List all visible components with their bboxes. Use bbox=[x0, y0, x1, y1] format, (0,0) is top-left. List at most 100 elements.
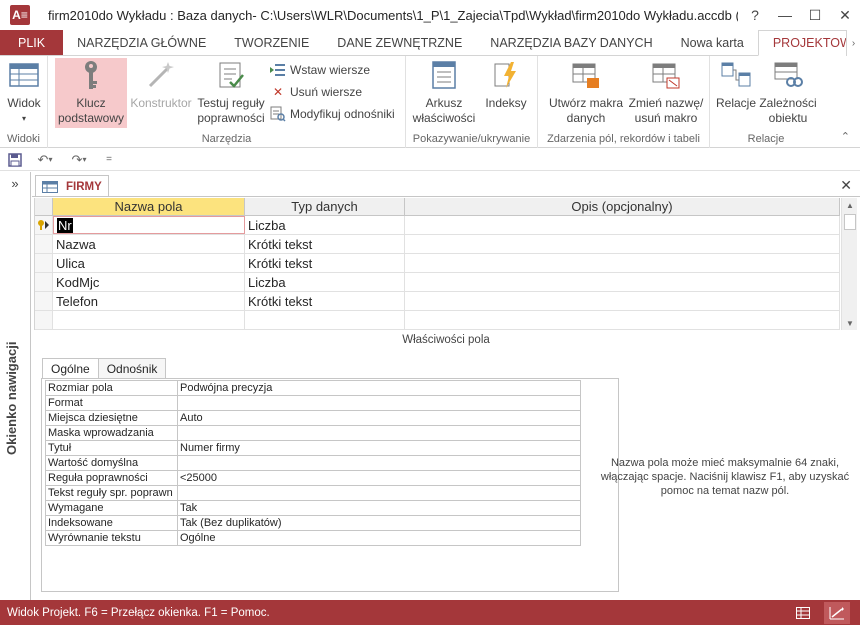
row-selector[interactable] bbox=[35, 311, 53, 329]
property-row[interactable]: Wymagane Tak bbox=[46, 501, 580, 516]
field-name-cell[interactable]: KodMjc bbox=[53, 273, 245, 291]
row-selector[interactable] bbox=[35, 273, 53, 291]
tab-narzedzia-bazy-danych[interactable]: NARZĘDZIA BAZY DANYCH bbox=[476, 30, 666, 55]
table-row[interactable]: Nr Liczba bbox=[35, 216, 840, 235]
description-cell[interactable] bbox=[405, 235, 840, 253]
col-header-opis[interactable]: Opis (opcjonalny) bbox=[405, 198, 840, 215]
data-type-cell[interactable]: Liczba bbox=[245, 273, 405, 291]
property-row[interactable]: Maska wprowadzania bbox=[46, 426, 580, 441]
property-value[interactable]: Ogólne bbox=[178, 531, 580, 545]
access-app-icon[interactable]: A≡ bbox=[10, 5, 30, 25]
redo-icon[interactable]: ↷ ▾ bbox=[64, 150, 94, 170]
usun-wiersze-button[interactable]: ✕ Usuń wiersze bbox=[270, 82, 362, 102]
indeksy-button[interactable]: Indeksy bbox=[480, 58, 532, 111]
table-row[interactable]: Nazwa Krótki tekst bbox=[35, 235, 840, 254]
tab-projektowanie[interactable]: PROJEKTOWANIE bbox=[757, 30, 860, 56]
testuj-reguly-button[interactable]: Testuj reguły poprawności bbox=[196, 58, 266, 126]
tab-dane-zewnetrzne[interactable]: DANE ZEWNĘTRZNE bbox=[323, 30, 476, 55]
field-name-cell[interactable]: Telefon bbox=[53, 292, 245, 310]
field-name-cell[interactable]: Nazwa bbox=[53, 235, 245, 253]
description-cell[interactable] bbox=[405, 292, 840, 310]
scroll-thumb[interactable] bbox=[844, 214, 856, 230]
property-row[interactable]: Miejsca dziesiętne Auto bbox=[46, 411, 580, 426]
tab-tworzenie[interactable]: TWORZENIE bbox=[220, 30, 323, 55]
property-row[interactable]: Format bbox=[46, 396, 580, 411]
tab-ogolne[interactable]: Ogólne bbox=[42, 358, 99, 378]
data-type-cell[interactable] bbox=[245, 311, 405, 329]
tab-nowa-karta[interactable]: Nowa karta bbox=[667, 30, 758, 55]
help-button[interactable]: ? bbox=[740, 0, 770, 30]
collapse-ribbon-icon[interactable]: ⌃ bbox=[841, 130, 850, 143]
widok-button[interactable]: Widok ▾ bbox=[4, 58, 44, 126]
field-name-cell[interactable]: Nr bbox=[53, 216, 245, 234]
property-value[interactable] bbox=[178, 486, 580, 500]
nav-expand-icon[interactable]: » bbox=[0, 176, 30, 191]
description-cell[interactable] bbox=[405, 273, 840, 291]
table-row[interactable] bbox=[35, 311, 840, 330]
customize-qat-icon[interactable]: = bbox=[98, 150, 120, 170]
data-type-cell[interactable]: Liczba bbox=[245, 216, 405, 234]
property-value[interactable] bbox=[178, 426, 580, 440]
property-value[interactable]: Tak (Bez duplikatów) bbox=[178, 516, 580, 530]
description-cell[interactable] bbox=[405, 216, 840, 234]
property-value[interactable]: Podwójna precyzja bbox=[178, 381, 580, 395]
primary-key-icon[interactable] bbox=[35, 216, 53, 234]
property-row[interactable]: Tytuł Numer firmy bbox=[46, 441, 580, 456]
row-selector[interactable] bbox=[35, 254, 53, 272]
tab-plik[interactable]: PLIK bbox=[0, 30, 64, 55]
description-cell[interactable] bbox=[405, 311, 840, 329]
col-header-typ-danych[interactable]: Typ danych bbox=[245, 198, 405, 215]
property-row[interactable]: Tekst reguły spr. poprawn bbox=[46, 486, 580, 501]
field-name-cell[interactable] bbox=[53, 311, 245, 329]
scroll-up-icon[interactable]: ▲ bbox=[842, 198, 858, 212]
modyfikuj-odnosniki-button[interactable]: Modyfikuj odnośniki bbox=[270, 104, 395, 124]
property-value[interactable] bbox=[178, 396, 580, 410]
doc-close-icon[interactable]: ✕ bbox=[840, 177, 852, 194]
design-view-icon[interactable] bbox=[824, 601, 850, 624]
relacje-button[interactable]: Relacje bbox=[714, 58, 758, 111]
property-row[interactable]: Rozmiar pola Podwójna precyzja bbox=[46, 381, 580, 396]
konstruktor-button[interactable]: Konstruktor bbox=[128, 58, 194, 111]
property-value[interactable]: Auto bbox=[178, 411, 580, 425]
property-row[interactable]: Indeksowane Tak (Bez duplikatów) bbox=[46, 516, 580, 531]
zaleznosci-obiektu-button[interactable]: Zależności obiektu bbox=[758, 58, 818, 126]
grid-vertical-scrollbar[interactable]: ▲ ▼ bbox=[841, 198, 857, 330]
property-value[interactable]: Numer firmy bbox=[178, 441, 580, 455]
field-name-cell[interactable]: Ulica bbox=[53, 254, 245, 272]
ribbon: Widok ▾ Widoki Klucz podstawowy Konstruk… bbox=[0, 56, 860, 148]
undo-icon[interactable]: ↶ ▾ bbox=[30, 150, 60, 170]
property-row[interactable]: Wyrównanie tekstu Ogólne bbox=[46, 531, 580, 546]
tab-odnosnik[interactable]: Odnośnik bbox=[98, 358, 167, 378]
arkusz-wlasciwosci-button[interactable]: Arkusz właściwości bbox=[412, 58, 476, 126]
zmien-nazwe-makro-button[interactable]: Zmień nazwę/ usuń makro bbox=[626, 58, 706, 126]
col-header-nazwa-pola[interactable]: Nazwa pola bbox=[53, 198, 245, 215]
datasheet-view-icon[interactable] bbox=[790, 602, 816, 624]
row-selector[interactable] bbox=[35, 235, 53, 253]
save-icon[interactable] bbox=[4, 150, 26, 170]
property-row[interactable]: Reguła poprawności <25000 bbox=[46, 471, 580, 486]
header-selector[interactable] bbox=[35, 198, 53, 215]
minimize-button[interactable]: — bbox=[770, 0, 800, 30]
table-row[interactable]: Ulica Krótki tekst bbox=[35, 254, 840, 273]
doc-tab-firmy[interactable]: FIRMY bbox=[35, 175, 109, 197]
klucz-podstawowy-button[interactable]: Klucz podstawowy bbox=[55, 58, 127, 128]
maximize-button[interactable]: ☐ bbox=[800, 0, 830, 30]
data-type-cell[interactable]: Krótki tekst bbox=[245, 235, 405, 253]
row-selector[interactable] bbox=[35, 292, 53, 310]
wstaw-wiersze-button[interactable]: Wstaw wiersze bbox=[270, 60, 370, 80]
data-type-cell[interactable]: Krótki tekst bbox=[245, 254, 405, 272]
property-value[interactable]: Tak bbox=[178, 501, 580, 515]
scroll-down-icon[interactable]: ▼ bbox=[842, 316, 858, 330]
tab-narzedzia-glowne[interactable]: NARZĘDZIA GŁÓWNE bbox=[63, 30, 220, 55]
close-button[interactable]: ✕ bbox=[830, 0, 860, 30]
data-type-cell[interactable]: Krótki tekst bbox=[245, 292, 405, 310]
description-cell[interactable] bbox=[405, 254, 840, 272]
tab-scroll-right-icon[interactable]: › bbox=[846, 30, 860, 56]
table-row[interactable]: KodMjc Liczba bbox=[35, 273, 840, 292]
table-row[interactable]: Telefon Krótki tekst bbox=[35, 292, 840, 311]
property-value[interactable]: <25000 bbox=[178, 471, 580, 485]
nav-pane-label[interactable]: Okienko nawigacji bbox=[4, 342, 19, 455]
utworz-makra-button[interactable]: Utwórz makra danych bbox=[544, 58, 628, 126]
property-value[interactable] bbox=[178, 456, 580, 470]
property-row[interactable]: Wartość domyślna bbox=[46, 456, 580, 471]
